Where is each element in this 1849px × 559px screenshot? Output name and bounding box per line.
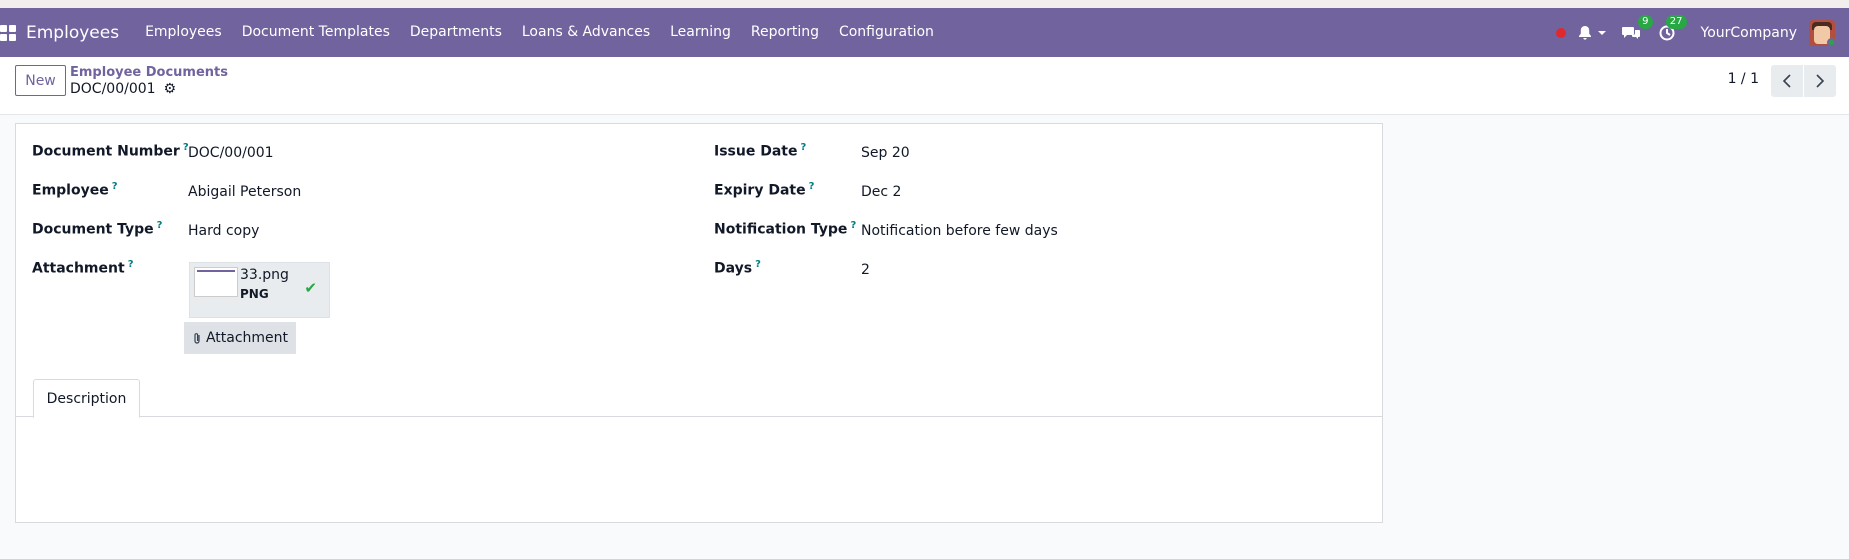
- help-tooltip-icon[interactable]: ?: [157, 220, 163, 231]
- issue-date-value[interactable]: Sep 20: [861, 145, 910, 161]
- attachment-thumbnail: [194, 267, 238, 297]
- menu-document-templates[interactable]: Document Templates: [232, 8, 400, 57]
- chevron-right-icon: [1816, 74, 1825, 88]
- pager-next-button[interactable]: [1804, 65, 1836, 97]
- issue-date-label: Issue Date?: [714, 142, 807, 160]
- attachment-label: Attachment?: [32, 259, 134, 277]
- menu-reporting[interactable]: Reporting: [741, 8, 829, 57]
- chevron-left-icon: [1782, 74, 1791, 88]
- breadcrumb-current: DOC/00/001 ⚙: [70, 81, 176, 97]
- help-tooltip-icon[interactable]: ?: [800, 142, 806, 153]
- menu-loans-advances[interactable]: Loans & Advances: [512, 8, 660, 57]
- add-attachment-button[interactable]: Attachment: [184, 322, 296, 354]
- activities-badge: 27: [1665, 14, 1687, 29]
- record-title: DOC/00/001: [70, 81, 156, 97]
- notification-bell-icon[interactable]: [1578, 25, 1607, 41]
- form-sheet: Document Number? DOC/00/001 Employee? Ab…: [15, 123, 1383, 523]
- employee-value[interactable]: Abigail Peterson: [188, 184, 301, 200]
- help-tooltip-icon[interactable]: ?: [809, 181, 815, 192]
- messages-button[interactable]: 9: [1621, 14, 1653, 41]
- notification-type-label: Notification Type?: [714, 220, 857, 238]
- notification-type-value[interactable]: Notification before few days: [861, 223, 1058, 239]
- gear-icon[interactable]: ⚙: [164, 81, 177, 97]
- tab-description[interactable]: Description: [33, 379, 140, 418]
- document-type-label: Document Type?: [32, 220, 163, 238]
- document-number-label: Document Number?: [32, 142, 189, 160]
- help-tooltip-icon[interactable]: ?: [128, 259, 134, 270]
- messages-badge: 9: [1638, 14, 1653, 29]
- paperclip-icon: [194, 332, 200, 344]
- attachment-file-name: 33.png: [240, 267, 289, 283]
- help-tooltip-icon[interactable]: ?: [755, 259, 761, 270]
- menu-employees[interactable]: Employees: [135, 8, 232, 57]
- user-avatar[interactable]: [1809, 19, 1835, 46]
- company-switcher[interactable]: YourCompany: [1701, 25, 1798, 41]
- check-icon: ✔: [304, 279, 317, 297]
- apps-menu-icon[interactable]: [0, 24, 16, 41]
- pager-value[interactable]: 1 / 1: [1728, 71, 1759, 87]
- app-brand[interactable]: Employees: [26, 23, 119, 43]
- new-button[interactable]: New: [15, 65, 66, 96]
- breadcrumb-employee-documents[interactable]: Employee Documents: [70, 65, 228, 80]
- days-label: Days?: [714, 259, 761, 277]
- menu-departments[interactable]: Departments: [400, 8, 512, 57]
- menu-learning[interactable]: Learning: [660, 8, 741, 57]
- notebook-tabs: Description: [16, 379, 1382, 418]
- employee-label: Employee?: [32, 181, 118, 199]
- browser-top-strip: [0, 0, 1849, 8]
- expiry-date-label: Expiry Date?: [714, 181, 815, 199]
- pager-previous-button[interactable]: [1771, 65, 1803, 97]
- help-tooltip-icon[interactable]: ?: [850, 220, 856, 231]
- menu-configuration[interactable]: Configuration: [829, 8, 944, 57]
- activities-button[interactable]: 27: [1659, 14, 1687, 41]
- document-number-value[interactable]: DOC/00/001: [188, 145, 274, 161]
- document-type-value[interactable]: Hard copy: [188, 223, 259, 239]
- main-navbar: Employees Employees Document Templates D…: [0, 8, 1849, 57]
- expiry-date-value[interactable]: Dec 2: [861, 184, 901, 200]
- help-tooltip-icon[interactable]: ?: [112, 181, 118, 192]
- online-status-icon: [1827, 37, 1835, 46]
- control-panel: New Employee Documents DOC/00/001 ⚙ 1 / …: [0, 57, 1849, 115]
- navbar-systray: 9 27 YourCompany: [1555, 8, 1849, 57]
- attachment-file-type: PNG: [240, 287, 269, 301]
- chat-icon: [1621, 26, 1640, 39]
- days-value[interactable]: 2: [861, 262, 870, 278]
- recording-indicator-icon[interactable]: [1555, 27, 1566, 38]
- attachment-file-card[interactable]: 33.png PNG ✔: [189, 262, 330, 318]
